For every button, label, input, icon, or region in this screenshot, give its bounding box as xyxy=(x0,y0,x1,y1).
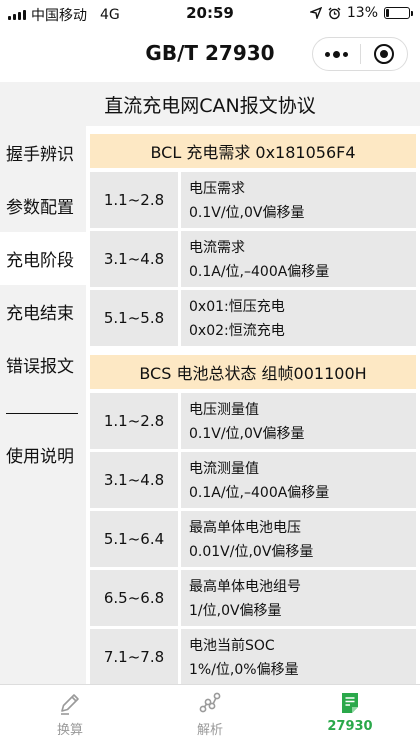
field-detail: 0.1V/位,0V偏移量 xyxy=(189,205,305,221)
field-detail: 0.1A/位,–400A偏移量 xyxy=(189,264,330,280)
target-icon xyxy=(373,44,394,64)
table-row: 3.1~4.8 电流测量值 0.1A/位,–400A偏移量 xyxy=(90,452,416,508)
byte-range: 7.1~7.8 xyxy=(90,629,178,684)
document-icon xyxy=(342,693,358,713)
tab-parse[interactable]: 解析 xyxy=(140,685,280,746)
byte-range: 6.5~6.8 xyxy=(90,570,178,626)
status-bar: 中国移动 4G 20:59 13% xyxy=(0,0,420,28)
table-row: 1.1~2.8 电压需求 0.1V/位,0V偏移量 xyxy=(90,172,416,228)
tab-label: 27930 xyxy=(327,719,373,734)
table-row: 1.1~2.8 电压测量值 0.1V/位,0V偏移量 xyxy=(90,393,416,449)
table-row: 5.1~5.8 0x01:恒压充电 0x02:恒流充电 xyxy=(90,290,416,346)
field-description: 最高单体电池组号 1/位,0V偏移量 xyxy=(181,570,416,626)
sidebar-item-charging[interactable]: 充电阶段 xyxy=(0,232,86,285)
message-content[interactable]: BCL 充电需求 0x181056F4 1.1~2.8 电压需求 0.1V/位,… xyxy=(86,126,420,684)
tab-27930[interactable]: 27930 xyxy=(280,685,420,746)
field-description: 电池当前SOC 1%/位,0%偏移量 xyxy=(181,629,416,684)
sidebar-divider xyxy=(6,413,78,414)
field-detail: 0.1A/位,–400A偏移量 xyxy=(189,485,330,501)
sidebar-item-help[interactable]: 使用说明 xyxy=(0,428,86,481)
field-description: 电压测量值 0.1V/位,0V偏移量 xyxy=(181,393,416,449)
byte-range: 1.1~2.8 xyxy=(90,172,178,228)
nav-bar: GB/T 27930 xyxy=(0,28,420,82)
status-right: 13% xyxy=(309,5,413,21)
battery-percent: 13% xyxy=(346,5,378,21)
table-row: 6.5~6.8 最高单体电池组号 1/位,0V偏移量 xyxy=(90,570,416,626)
field-detail: 1%/位,0%偏移量 xyxy=(189,662,299,678)
field-description: 电流测量值 0.1A/位,–400A偏移量 xyxy=(181,452,416,508)
location-arrow-icon xyxy=(309,7,322,19)
nodes-icon xyxy=(199,692,221,713)
sidebar-item-handshake[interactable]: 握手辨识 xyxy=(0,126,86,179)
tab-label: 换算 xyxy=(56,723,83,738)
table-row: 7.1~7.8 电池当前SOC 1%/位,0%偏移量 xyxy=(90,629,416,684)
battery-level xyxy=(386,9,389,17)
sidebar-item-charge-end[interactable]: 充电结束 xyxy=(0,285,86,338)
tab-convert[interactable]: 换算 xyxy=(0,685,140,746)
byte-range: 3.1~4.8 xyxy=(90,452,178,508)
field-description: 0x01:恒压充电 0x02:恒流充电 xyxy=(181,290,416,346)
field-name: 电流需求 xyxy=(189,240,245,256)
more-dots-icon xyxy=(324,50,348,58)
sidebar-item-parameters[interactable]: 参数配置 xyxy=(0,179,86,232)
pen-icon xyxy=(61,694,79,715)
field-name: 电池当前SOC xyxy=(189,638,275,654)
field-detail: 0x02:恒流充电 xyxy=(189,323,285,339)
field-name: 电流测量值 xyxy=(189,461,259,477)
field-name: 电压需求 xyxy=(189,181,245,197)
close-miniprogram-button[interactable] xyxy=(361,38,408,70)
sidebar: 握手辨识 参数配置 充电阶段 充电结束 错误报文 使用说明 xyxy=(0,126,86,684)
field-detail: 0.01V/位,0V偏移量 xyxy=(189,544,314,560)
byte-range: 3.1~4.8 xyxy=(90,231,178,287)
sidebar-item-error[interactable]: 错误报文 xyxy=(0,338,86,391)
tab-label: 解析 xyxy=(196,723,223,738)
field-name: 最高单体电池电压 xyxy=(189,520,301,536)
field-description: 电流需求 0.1A/位,–400A偏移量 xyxy=(181,231,416,287)
field-description: 最高单体电池电压 0.01V/位,0V偏移量 xyxy=(181,511,416,567)
miniprogram-capsule xyxy=(312,37,408,71)
table-row: 5.1~6.4 最高单体电池电压 0.01V/位,0V偏移量 xyxy=(90,511,416,567)
section-header-bcs: BCS 电池总状态 组帧001100H xyxy=(90,355,416,389)
byte-range: 1.1~2.8 xyxy=(90,393,178,449)
field-name: 0x01:恒压充电 xyxy=(189,299,285,315)
field-description: 电压需求 0.1V/位,0V偏移量 xyxy=(181,172,416,228)
field-detail: 0.1V/位,0V偏移量 xyxy=(189,426,305,442)
section-header-bcl: BCL 充电需求 0x181056F4 xyxy=(90,134,416,168)
field-name: 最高单体电池组号 xyxy=(189,579,301,595)
battery-icon xyxy=(384,7,413,19)
byte-range: 5.1~5.8 xyxy=(90,290,178,346)
field-detail: 1/位,0V偏移量 xyxy=(189,603,282,619)
tab-bar: 换算 解析 27930 xyxy=(0,684,420,746)
field-name: 电压测量值 xyxy=(189,402,259,418)
more-button[interactable] xyxy=(313,38,360,70)
table-row: 3.1~4.8 电流需求 0.1A/位,–400A偏移量 xyxy=(90,231,416,287)
alarm-icon xyxy=(328,7,341,19)
page-header: 直流充电网CAN报文协议 xyxy=(0,82,420,126)
byte-range: 5.1~6.4 xyxy=(90,511,178,567)
